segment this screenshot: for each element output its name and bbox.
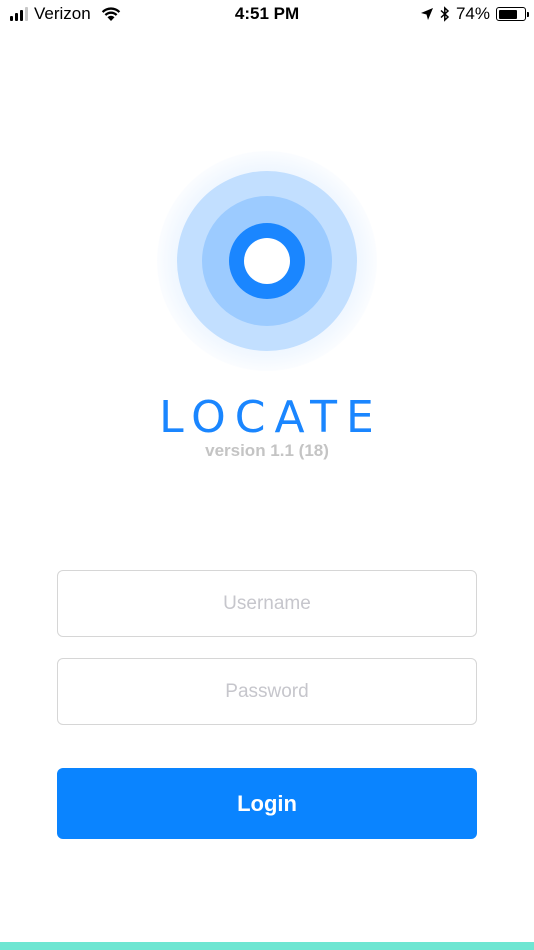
login-button[interactable]: Login <box>57 768 477 839</box>
app-title: LOCATE <box>159 392 383 443</box>
battery-level-fill <box>498 9 517 19</box>
battery-percent: 74% <box>455 4 490 23</box>
battery-icon <box>496 7 529 21</box>
status-right: 74% <box>420 4 529 24</box>
app-version: version 1.1 (18) <box>205 441 329 460</box>
app-logo-icon <box>157 151 377 371</box>
location-arrow-icon <box>420 8 433 20</box>
login-screen: Verizon 4:51 PM 74% LOCATE version 1.1 (… <box>0 0 534 950</box>
status-bar: Verizon 4:51 PM 74% <box>0 0 534 30</box>
bottom-strip <box>0 942 534 950</box>
bluetooth-icon <box>440 6 450 22</box>
password-input[interactable] <box>57 658 477 725</box>
username-input[interactable] <box>57 570 477 637</box>
